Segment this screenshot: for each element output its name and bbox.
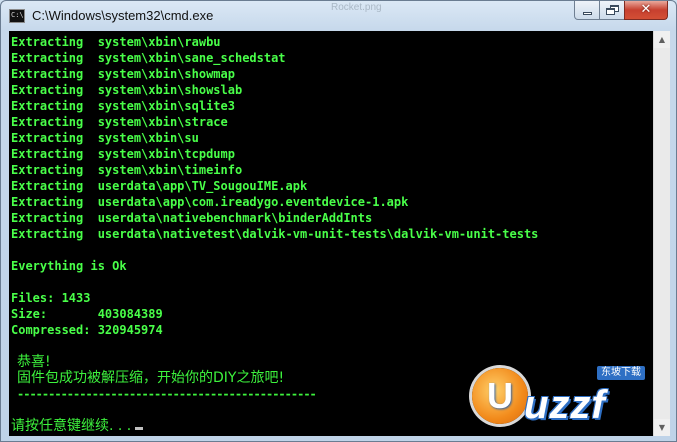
minimize-button[interactable] [574,1,600,20]
window-title: C:\Windows\system32\cmd.exe [32,8,214,23]
window-controls: ✕ [574,1,668,21]
watermark-circle-icon: U [472,368,528,424]
console-line: Extracting system\xbin\showmap [11,67,235,81]
console-line: Extracting system\xbin\timeinfo [11,163,243,177]
scroll-thumb[interactable] [655,48,669,49]
scroll-down-arrow-icon[interactable]: ▼ [654,419,670,436]
close-icon: ✕ [640,2,652,17]
console-line: Extracting userdata\app\TV_SougouIME.apk [11,179,308,193]
cmd-icon[interactable]: C:\ [9,9,25,23]
console-line: Extracting userdata\nativebenchmark\bind… [11,211,373,225]
cmd-window: C:\ C:\Windows\system32\cmd.exe Rocket.p… [0,0,677,442]
console-line: Extracting system\xbin\su [11,131,199,145]
console-line: Extracting system\xbin\sane_schedstat [11,51,286,65]
console-output[interactable]: Extracting system\xbin\rawbu Extracting … [9,31,653,436]
prompt-text: 请按任意键继续. . . [11,418,132,434]
title-bar[interactable]: C:\ C:\Windows\system32\cmd.exe Rocket.p… [1,1,676,31]
success-message: 固件包成功被解压缩，开始你的DIY之旅吧! [17,370,285,386]
console-line: Extracting system\xbin\showslab [11,83,243,97]
size-line: Size: 403084389 [11,307,163,321]
minimize-icon [583,12,592,15]
scroll-up-arrow-icon[interactable]: ▲ [654,31,670,48]
console-line: Extracting system\xbin\rawbu [11,35,221,49]
restore-icon-front [606,8,615,15]
background-window-title: Rocket.png [331,2,382,13]
watermark-word: uzzf [524,383,606,427]
close-button[interactable]: ✕ [624,1,668,20]
watermark-tag: 东坡下载 [597,366,645,380]
press-any-key-prompt: 请按任意键继续. . . [11,418,538,434]
compressed-size-line: Compressed: 320945974 [11,323,163,337]
console-line: Extracting userdata\app\com.ireadygo.eve… [11,195,409,209]
congrats-message: 恭喜! [17,354,51,370]
console-line: Extracting system\xbin\tcpdump [11,147,235,161]
console-status-line: Everything is Ok [11,259,127,273]
divider-line: ----------------------------------------… [17,387,317,401]
console-lines: Extracting system\xbin\rawbu Extracting … [11,34,538,434]
console-line: Extracting system\xbin\strace [11,115,228,129]
console-line: Extracting userdata\nativetest\dalvik-vm… [11,227,539,241]
restore-button[interactable] [599,1,625,20]
vertical-scrollbar[interactable]: ▲ ▼ [653,31,670,436]
console-line: Extracting system\xbin\sqlite3 [11,99,235,113]
text-cursor [135,427,144,430]
watermark-logo: U uzzf 东坡下载 [472,366,647,428]
files-count-line: Files: 1433 [11,291,91,305]
watermark-letter: U [487,375,513,416]
